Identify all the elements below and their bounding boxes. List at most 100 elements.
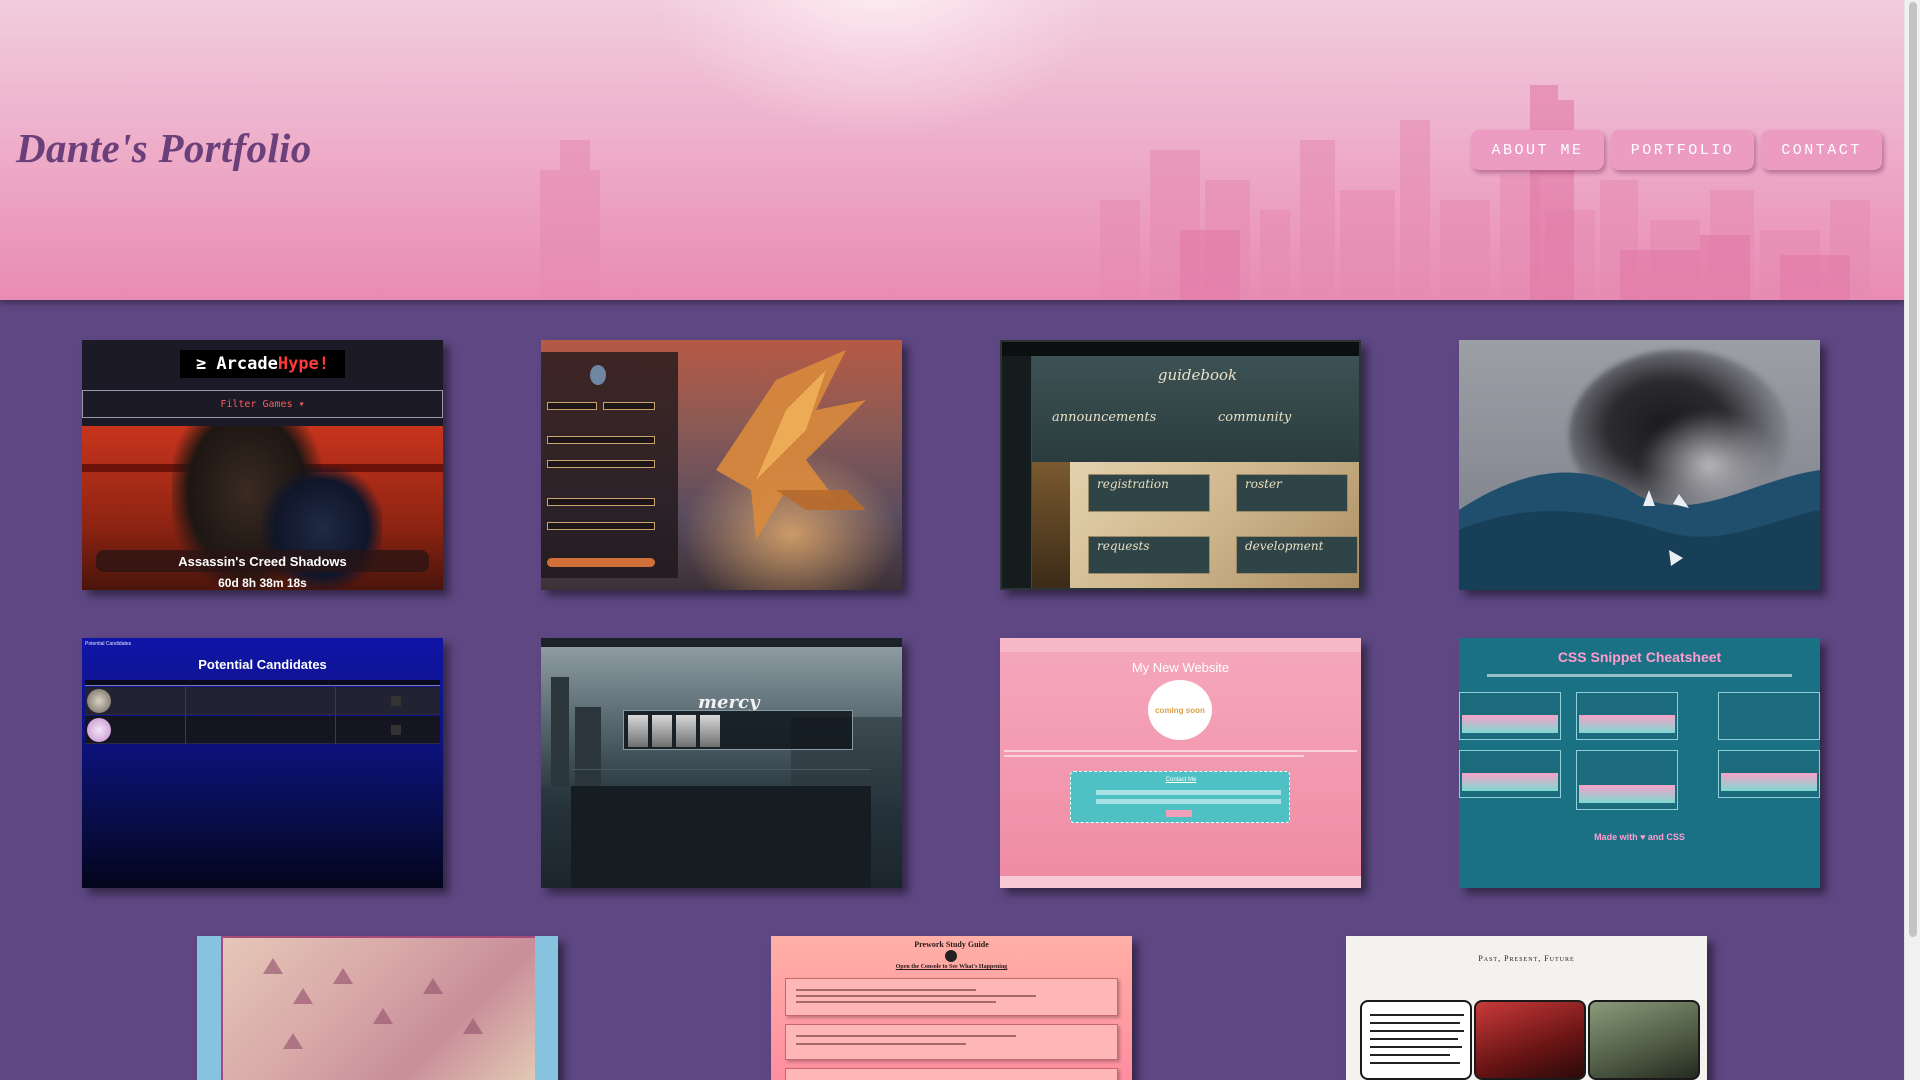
project-card-tarot[interactable]: Past, Present, Future [1346, 936, 1707, 1080]
filter-games-bar: Filter Games ▾ [82, 390, 443, 418]
portfolio-button[interactable]: PORTFOLIO [1611, 130, 1754, 170]
cheatsheet-footer: Made with ♥ and CSS [1594, 832, 1685, 842]
character-photo [676, 715, 696, 747]
mercy-character-box [623, 710, 853, 750]
form-row [547, 522, 655, 530]
community-link: community [1218, 410, 1292, 425]
form-row [547, 460, 655, 468]
website-footer [1000, 876, 1361, 888]
text-line [796, 1035, 1016, 1037]
gradient-sample [1721, 773, 1817, 791]
study-guide-title: Prework Study Guide [914, 940, 989, 949]
text-line [796, 989, 976, 991]
main-nav: ABOUT ME PORTFOLIO CONTACT [1471, 130, 1882, 170]
gradient-sample [1579, 715, 1675, 733]
text-line [1370, 1062, 1460, 1064]
project-card-dragon[interactable] [541, 340, 902, 590]
announcements-link: announcements [1052, 410, 1157, 425]
character-photo [700, 715, 720, 747]
text-line [796, 1043, 966, 1045]
project-card-blurred-portrait[interactable] [1459, 340, 1820, 590]
study-section [785, 978, 1118, 1016]
water-wave-image [1459, 470, 1820, 590]
form-row [547, 498, 655, 506]
cheatsheet-subtitle-line [1487, 674, 1792, 677]
city-skyline [540, 85, 1870, 300]
project-card-potential-candidates[interactable]: Potential Candidates Potential Candidate… [82, 638, 443, 888]
mercy-posts [571, 786, 871, 888]
project-card-fantasy-map[interactable] [197, 936, 558, 1080]
tarot-title: Past, Present, Future [1478, 954, 1575, 963]
contact-button[interactable]: CONTACT [1761, 130, 1882, 170]
form-row [547, 402, 597, 410]
tarot-red-card [1474, 1000, 1586, 1080]
snippet-panel [1459, 750, 1561, 798]
snippet-panel [1576, 750, 1678, 810]
guidebook-topbar [1002, 342, 1359, 356]
form-input [1096, 799, 1281, 804]
snippet-panel [1718, 692, 1820, 740]
development-tile: development [1236, 536, 1358, 574]
candidate-avatar [87, 689, 111, 713]
text-line [1370, 1046, 1462, 1048]
submit-bar [547, 558, 655, 567]
table-row [85, 687, 440, 715]
registration-tile: registration [1088, 474, 1210, 512]
gradient-sample [1579, 785, 1675, 803]
fantasy-map-image [221, 936, 535, 1080]
gradient-sample [1462, 715, 1558, 733]
text-line [1370, 1030, 1464, 1032]
candidates-tiny-label: Potential Candidates [85, 641, 132, 647]
mountain-shape [373, 1008, 393, 1024]
mountain-shape [283, 1033, 303, 1049]
candidates-table-header [85, 680, 440, 686]
site-header: Dante's Portfolio ABOUT ME PORTFOLIO CON… [0, 0, 1904, 300]
table-cell [335, 687, 336, 715]
project-card-arcade-hype[interactable]: ≥ Arcade Hype! Filter Games ▾ Assassin's … [82, 340, 443, 590]
table-cell [335, 716, 336, 744]
arcade-logo: ≥ Arcade Hype! [180, 350, 345, 378]
login-panel [541, 352, 678, 578]
candidate-checkbox [391, 696, 401, 706]
about-me-button[interactable]: ABOUT ME [1471, 130, 1604, 170]
table-cell [185, 716, 186, 744]
gradient-sample [1462, 773, 1558, 791]
table-row [85, 716, 440, 744]
study-section [785, 1068, 1118, 1080]
guidebook-sidebar [1002, 356, 1032, 588]
game-title: Assassin's Creed Shadows [96, 550, 429, 572]
contact-form: Contact Me [1070, 771, 1290, 823]
mountain-shape [293, 988, 313, 1004]
release-countdown: 60d 8h 38m 18s [218, 576, 307, 590]
website-topbar [1000, 638, 1361, 652]
snippet-panel [1576, 692, 1678, 740]
arcade-logo-suffix: Hype! [277, 354, 330, 374]
text-line [1370, 1038, 1458, 1040]
mercy-toolbar [541, 638, 902, 647]
crest-icon [590, 365, 606, 385]
project-card-study-guide[interactable]: Prework Study Guide Open the Console to … [771, 936, 1132, 1080]
form-row [547, 436, 655, 444]
tarot-text-card [1360, 1000, 1472, 1080]
scrollbar-thumb[interactable] [1909, 2, 1917, 937]
project-card-mercy[interactable]: mercy [541, 638, 902, 888]
project-card-css-cheatsheet[interactable]: CSS Snippet Cheatsheet Made with ♥ and C… [1459, 638, 1820, 888]
guidebook-banner: guidebook announcements community [1032, 356, 1359, 462]
text-line [1370, 1014, 1464, 1016]
page-scrollbar[interactable] [1904, 0, 1920, 1080]
snippet-panel [1459, 692, 1561, 740]
tower-shape [575, 707, 601, 787]
candidates-title: Potential Candidates [198, 657, 327, 672]
contact-form-title: Contact Me [1165, 777, 1197, 783]
candidate-checkbox [391, 725, 401, 735]
page-title: Dante's Portfolio [16, 125, 312, 171]
character-photo [652, 715, 672, 747]
mountain-shape [333, 968, 353, 984]
website-logo: coming soon [1148, 680, 1212, 740]
project-card-guidebook[interactable]: guidebook announcements community regist… [1000, 340, 1361, 590]
text-line [1004, 750, 1357, 752]
arcade-logo-prefix: ≥ Arcade [195, 354, 278, 374]
project-card-my-new-website[interactable]: My New Website coming soon Contact Me [1000, 638, 1361, 888]
form-row [603, 402, 655, 410]
text-line [796, 995, 1036, 997]
